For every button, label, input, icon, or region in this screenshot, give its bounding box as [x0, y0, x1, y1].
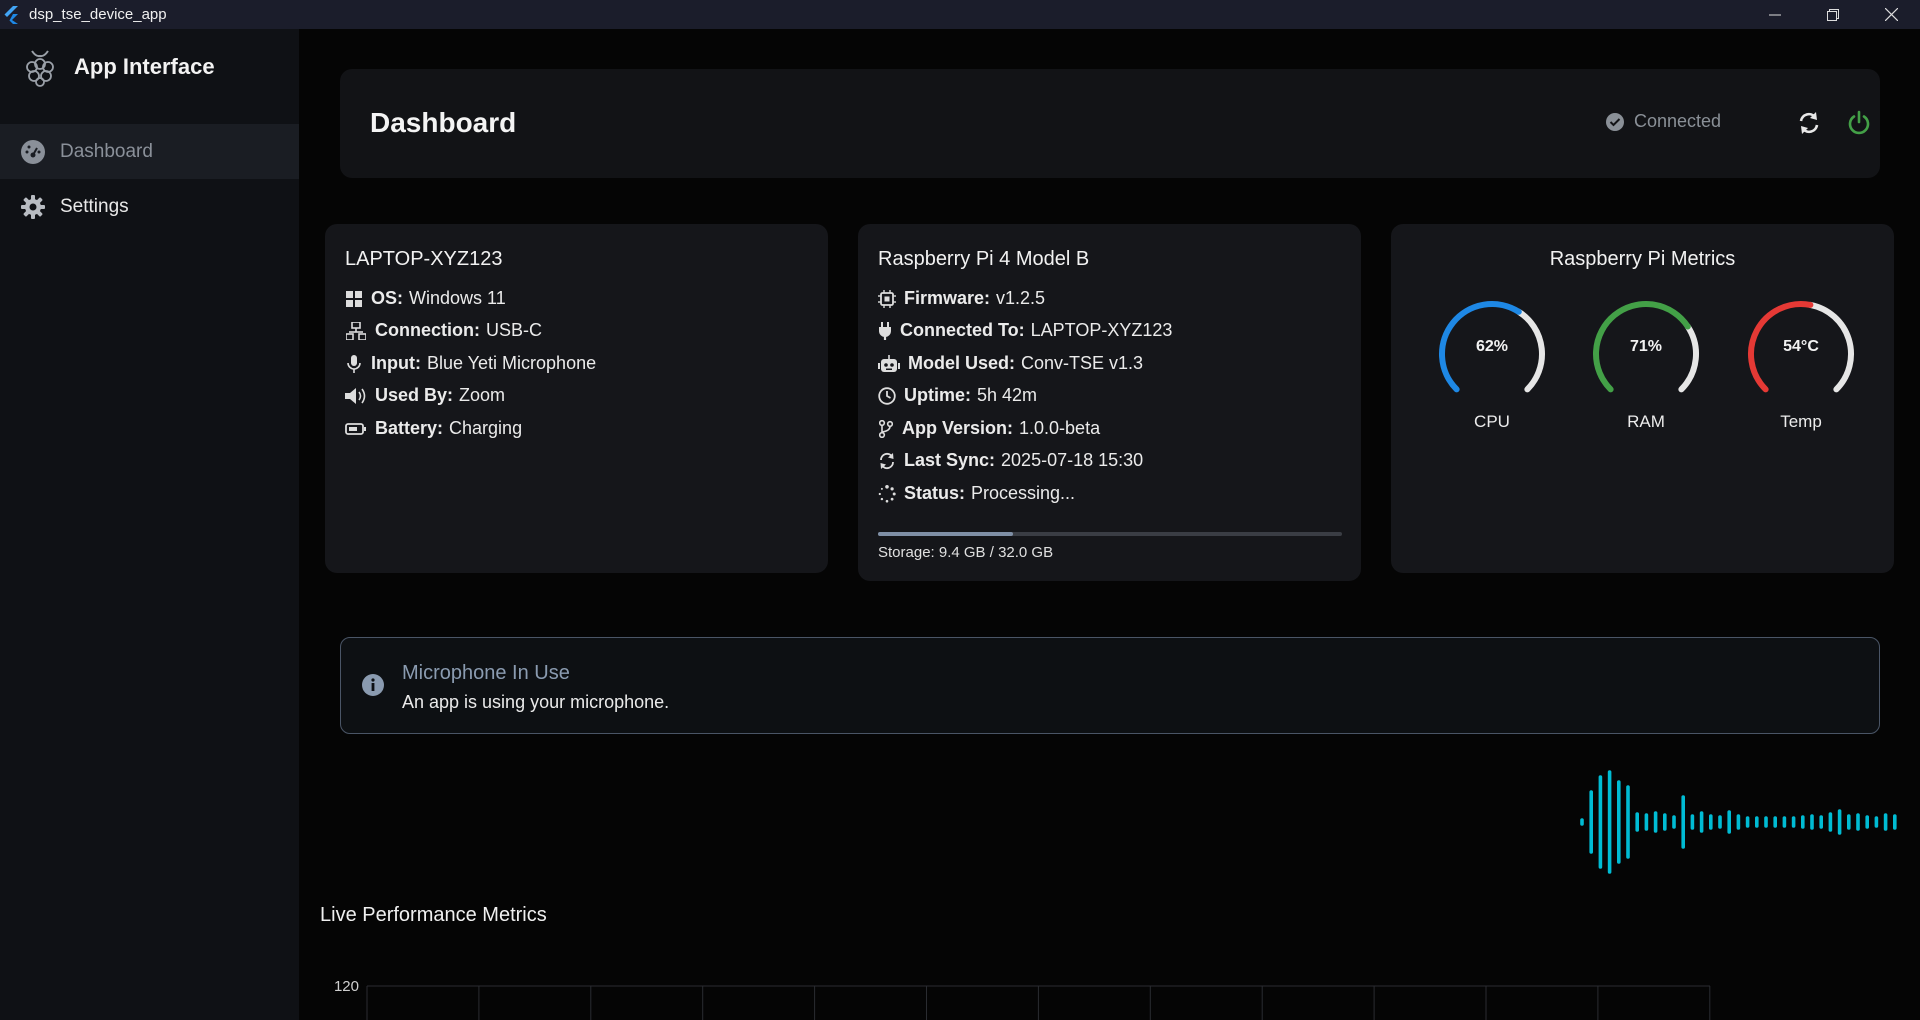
window-titlebar: dsp_tse_device_app [0, 0, 1920, 29]
branch-icon [878, 419, 894, 438]
connection-status: Connected [1605, 111, 1721, 132]
chart-title: Live Performance Metrics [320, 904, 547, 926]
restore-button[interactable] [1804, 0, 1862, 29]
close-icon [1884, 8, 1898, 21]
raspberry-pi-logo-icon [26, 50, 54, 87]
gauge-label: CPU [1474, 412, 1510, 431]
sync-icon [878, 452, 896, 470]
connection-status-text: Connected [1634, 111, 1722, 131]
laptop-card: LAPTOP-XYZ123 OS: Windows 11 Connection: U… [325, 224, 828, 573]
chip-icon [878, 289, 896, 308]
info-row-last-sync: Last Sync: 2025-07-18 15:30 [878, 450, 1143, 471]
spinner-icon [878, 484, 896, 503]
info-row-firmware: Firmware: v1.2.5 [878, 288, 1045, 309]
ram-gauge: 71% RAM [1586, 294, 1706, 434]
clock-icon [878, 386, 896, 405]
audio-waveform [1580, 770, 1897, 874]
pi-card: Raspberry Pi 4 Model B Firmware: v1.2.5 C… [858, 224, 1361, 581]
info-row-status: Status: Processing... [878, 483, 1075, 504]
close-button[interactable] [1862, 0, 1920, 29]
window-title: dsp_tse_device_app [29, 6, 167, 23]
microphone-icon [345, 354, 363, 373]
info-row-uptime: Uptime: 5h 42m [878, 385, 1037, 406]
info-row-connected-to: Connected To: LAPTOP-XYZ123 [878, 320, 1172, 341]
sidebar-item-dashboard[interactable]: Dashboard [0, 124, 299, 179]
gauge-label: Temp [1780, 412, 1822, 431]
speaker-icon [345, 387, 367, 405]
pi-title: Raspberry Pi 4 Model B [878, 248, 1090, 270]
laptop-title: LAPTOP-XYZ123 [345, 248, 503, 270]
page-title: Dashboard [370, 107, 517, 138]
gauge-label: RAM [1627, 412, 1665, 431]
storage-text: Storage: 9.4 GB / 32.0 GB [878, 544, 1054, 561]
sidebar-item-label: Settings [60, 195, 129, 217]
main-content: Dashboard Connected LAPTOP-XYZ123 OS: Win… [299, 29, 1920, 1020]
info-row-used-by: Used By: Zoom [345, 385, 505, 406]
info-row-model-used: Model Used: Conv-TSE v1.3 [878, 353, 1143, 374]
info-row-input: Input: Blue Yeti Microphone [345, 353, 596, 374]
y-tick-label: 120 [334, 978, 359, 995]
power-icon [1848, 110, 1870, 135]
network-icon [345, 321, 367, 340]
info-row-app-version: App Version: 1.0.0-beta [878, 418, 1100, 439]
storage-progress-fill [878, 532, 1013, 536]
gear-icon [20, 194, 46, 220]
info-row-battery: Battery: Charging [345, 418, 522, 439]
metrics-card: Raspberry Pi Metrics 62% CPU 71% RAM 54°… [1391, 224, 1894, 573]
sync-icon [1799, 112, 1819, 134]
sidebar-item-label: Dashboard [60, 140, 153, 162]
app-title: App Interface [74, 54, 215, 79]
sidebar-item-settings[interactable]: Settings [0, 179, 299, 234]
robot-icon [878, 354, 900, 373]
alert-message: An app is using your microphone. [402, 692, 670, 712]
storage-progress-bar [878, 532, 1342, 536]
info-icon [362, 674, 384, 696]
gauge-value: 71% [1629, 338, 1663, 355]
metrics-title: Raspberry Pi Metrics [1549, 248, 1736, 270]
minimize-icon [1769, 14, 1781, 15]
header-card: Dashboard Connected [340, 69, 1880, 178]
sidebar: App Interface Dashboard Settings [0, 29, 299, 1020]
battery-icon [345, 420, 367, 438]
info-row-connection: Connection: USB-C [345, 320, 542, 341]
cpu-gauge: 62% CPU [1432, 294, 1552, 434]
flutter-logo-icon [4, 5, 18, 24]
temp-gauge: 54°C Temp [1741, 294, 1861, 434]
brand: App Interface [22, 47, 215, 87]
gauge-icon [20, 139, 46, 165]
gauge-track [1678, 323, 1699, 393]
minimize-button[interactable] [1746, 0, 1804, 29]
microphone-alert: Microphone In Use An app is using your m… [340, 637, 1880, 734]
refresh-button[interactable] [1793, 107, 1825, 139]
alert-title: Microphone In Use [402, 662, 570, 684]
windows-icon [345, 290, 363, 308]
check-circle-icon [1606, 112, 1624, 131]
performance-line-chart: 120100 [334, 978, 1711, 1020]
info-row-os: OS: Windows 11 [345, 288, 506, 309]
gauge-value: 62% [1475, 338, 1509, 355]
restore-icon [1827, 8, 1839, 21]
plug-icon [878, 321, 892, 340]
gauge-value: 54°C [1783, 338, 1819, 355]
power-button[interactable] [1843, 107, 1875, 139]
